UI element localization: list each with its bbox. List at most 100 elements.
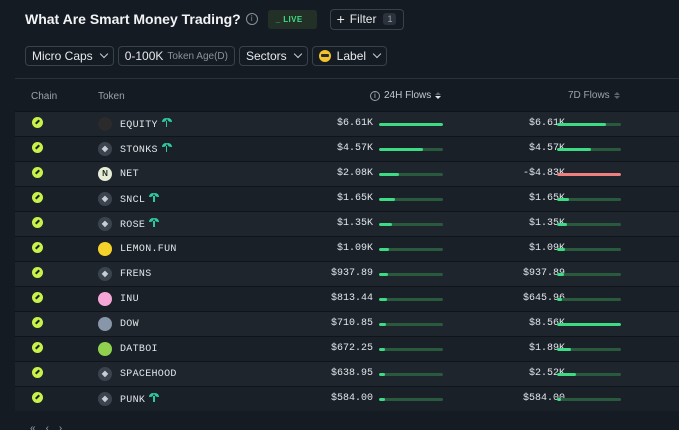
token-name[interactable]: PUNK [120,393,160,406]
token-logo-icon: ◆ [98,267,112,281]
market-cap-dropdown[interactable]: Micro Caps [25,46,114,66]
filter-button[interactable]: + Filter 1 [329,8,405,30]
flow-7d-bar [557,323,621,326]
token-age-filter[interactable]: 0-100K Token Age(D) [117,46,235,66]
flow-24h-bar [379,248,443,251]
chain-logo-icon [32,192,43,203]
sectors-dropdown[interactable]: Sectors [238,46,308,66]
table-row[interactable]: DATBOI $672.25 $1.89K [15,336,679,361]
token-name[interactable]: FRENS [120,269,152,280]
token-name[interactable]: LEMON.FUN [120,244,177,255]
token-name[interactable]: SPACEHOOD [120,369,177,380]
chain-logo-icon [32,117,43,128]
table-header: Chain Token i 24H Flows 7D Flows [15,84,679,110]
table-row[interactable]: ◆ PUNK $584.00 $584.00 [15,386,679,411]
flow-24h-bar [379,323,443,326]
sort-icon[interactable] [435,92,442,99]
page-header: What Are Smart Money Trading? i _ LIVE +… [25,8,405,30]
flow-24h-value: $638.95 [330,368,373,379]
token-logo-icon: ◆ [98,192,112,206]
flow-24h-value: $1.09K [336,243,373,254]
token-name[interactable]: ROSE [120,218,160,231]
flow-24h-bar [379,223,443,226]
table-row[interactable]: ◆ FRENS $937.89 $937.89 [15,261,679,286]
column-header-24h-label: 24H Flows [384,90,432,101]
token-logo-icon [98,292,112,306]
table-row[interactable]: ◆ STONKS $4.57K $4.57K [15,136,679,161]
flow-24h-bar [379,373,443,376]
chevron-down-icon [99,49,108,59]
chain-logo-icon [32,242,43,253]
token-logo-icon: ◆ [98,367,112,381]
first-page-icon[interactable]: « [30,423,36,430]
sort-icon[interactable] [613,92,620,99]
flow-24h-bar [379,298,443,301]
sprout-icon [149,393,160,402]
token-logo-icon: ◆ [98,217,112,231]
flow-24h-bar [379,198,443,201]
table-row[interactable]: EQUITY $6.61K $6.61K [15,111,679,136]
info-icon[interactable]: i [245,13,258,25]
flow-24h-value: $4.57K [336,143,373,154]
token-name[interactable]: EQUITY [120,118,172,131]
flow-7d-bar [557,373,621,376]
flow-7d-bar [557,223,621,226]
flow-7d-bar [557,248,621,251]
token-name[interactable]: DOW [120,319,139,330]
sprout-icon [149,193,160,202]
table-row[interactable]: ◆ SPACEHOOD $638.95 $2.52K [15,361,679,386]
sprout-icon [161,118,172,127]
label-dropdown[interactable]: Label [311,46,388,66]
flow-24h-bar-fill [379,398,385,401]
token-name[interactable]: INU [120,294,139,305]
flow-24h-value: $710.85 [330,318,373,329]
table-row[interactable]: LEMON.FUN $1.09K $1.09K [15,236,679,261]
flow-24h-bar-fill [379,123,443,126]
next-page-icon[interactable]: › [59,423,62,430]
flow-24h-value: $2.08K [336,168,373,179]
token-name[interactable]: DATBOI [120,344,158,355]
plus-icon: + [336,11,345,27]
table-row[interactable]: INU $813.44 $645.96 [15,286,679,311]
token-logo-icon: N [98,167,112,181]
token-name[interactable]: SNCL [120,193,160,206]
flow-24h-bar-fill [379,298,387,301]
chain-logo-icon [32,367,43,378]
chain-logo-icon [32,317,43,328]
label-dropdown-label: Label [336,49,367,63]
flow-24h-value: $6.61K [336,118,373,129]
prev-page-icon[interactable]: ‹ [46,423,49,430]
flow-24h-bar-fill [379,223,392,226]
flow-24h-bar-fill [379,248,390,251]
flow-7d-bar-fill [557,223,568,226]
flow-7d-bar-fill [557,373,576,376]
table-row[interactable]: ◆ SNCL $1.65K $1.65K [15,186,679,211]
flow-24h-value: $1.35K [336,218,373,229]
flow-24h-bar [379,148,443,151]
chevron-down-icon [372,49,382,59]
flow-7d-bar-fill [557,323,621,326]
flow-24h-bar-fill [379,273,388,276]
sectors-label: Sectors [245,49,287,63]
token-name[interactable]: STONKS [120,143,172,156]
token-name[interactable]: NET [120,169,139,180]
header-divider [15,78,679,79]
column-header-24h-flows[interactable]: i 24H Flows [370,90,442,101]
flow-7d-bar-fill [557,298,563,301]
chevron-down-icon [293,49,302,59]
sprout-icon [149,218,160,227]
column-header-7d-label: 7D Flows [568,90,610,101]
flow-24h-value: $1.65K [336,193,373,204]
table-row[interactable]: ◆ ROSE $1.35K $1.35K [15,211,679,236]
flow-7d-bar-fill [557,198,570,201]
chain-logo-icon [32,217,43,228]
column-header-chain: Chain [31,91,58,102]
info-icon[interactable]: i [370,90,380,101]
filter-controls: Micro Caps 0-100K Token Age(D) Sectors L… [25,46,388,66]
flow-24h-bar [379,398,443,401]
token-age-value: 0-100K [124,49,164,63]
table-row[interactable]: N NET $2.08K -$4.83K [15,161,679,186]
table-row[interactable]: DOW $710.85 $8.56K [15,311,679,336]
flow-7d-bar-fill [557,398,562,401]
column-header-7d-flows[interactable]: 7D Flows [568,90,620,101]
